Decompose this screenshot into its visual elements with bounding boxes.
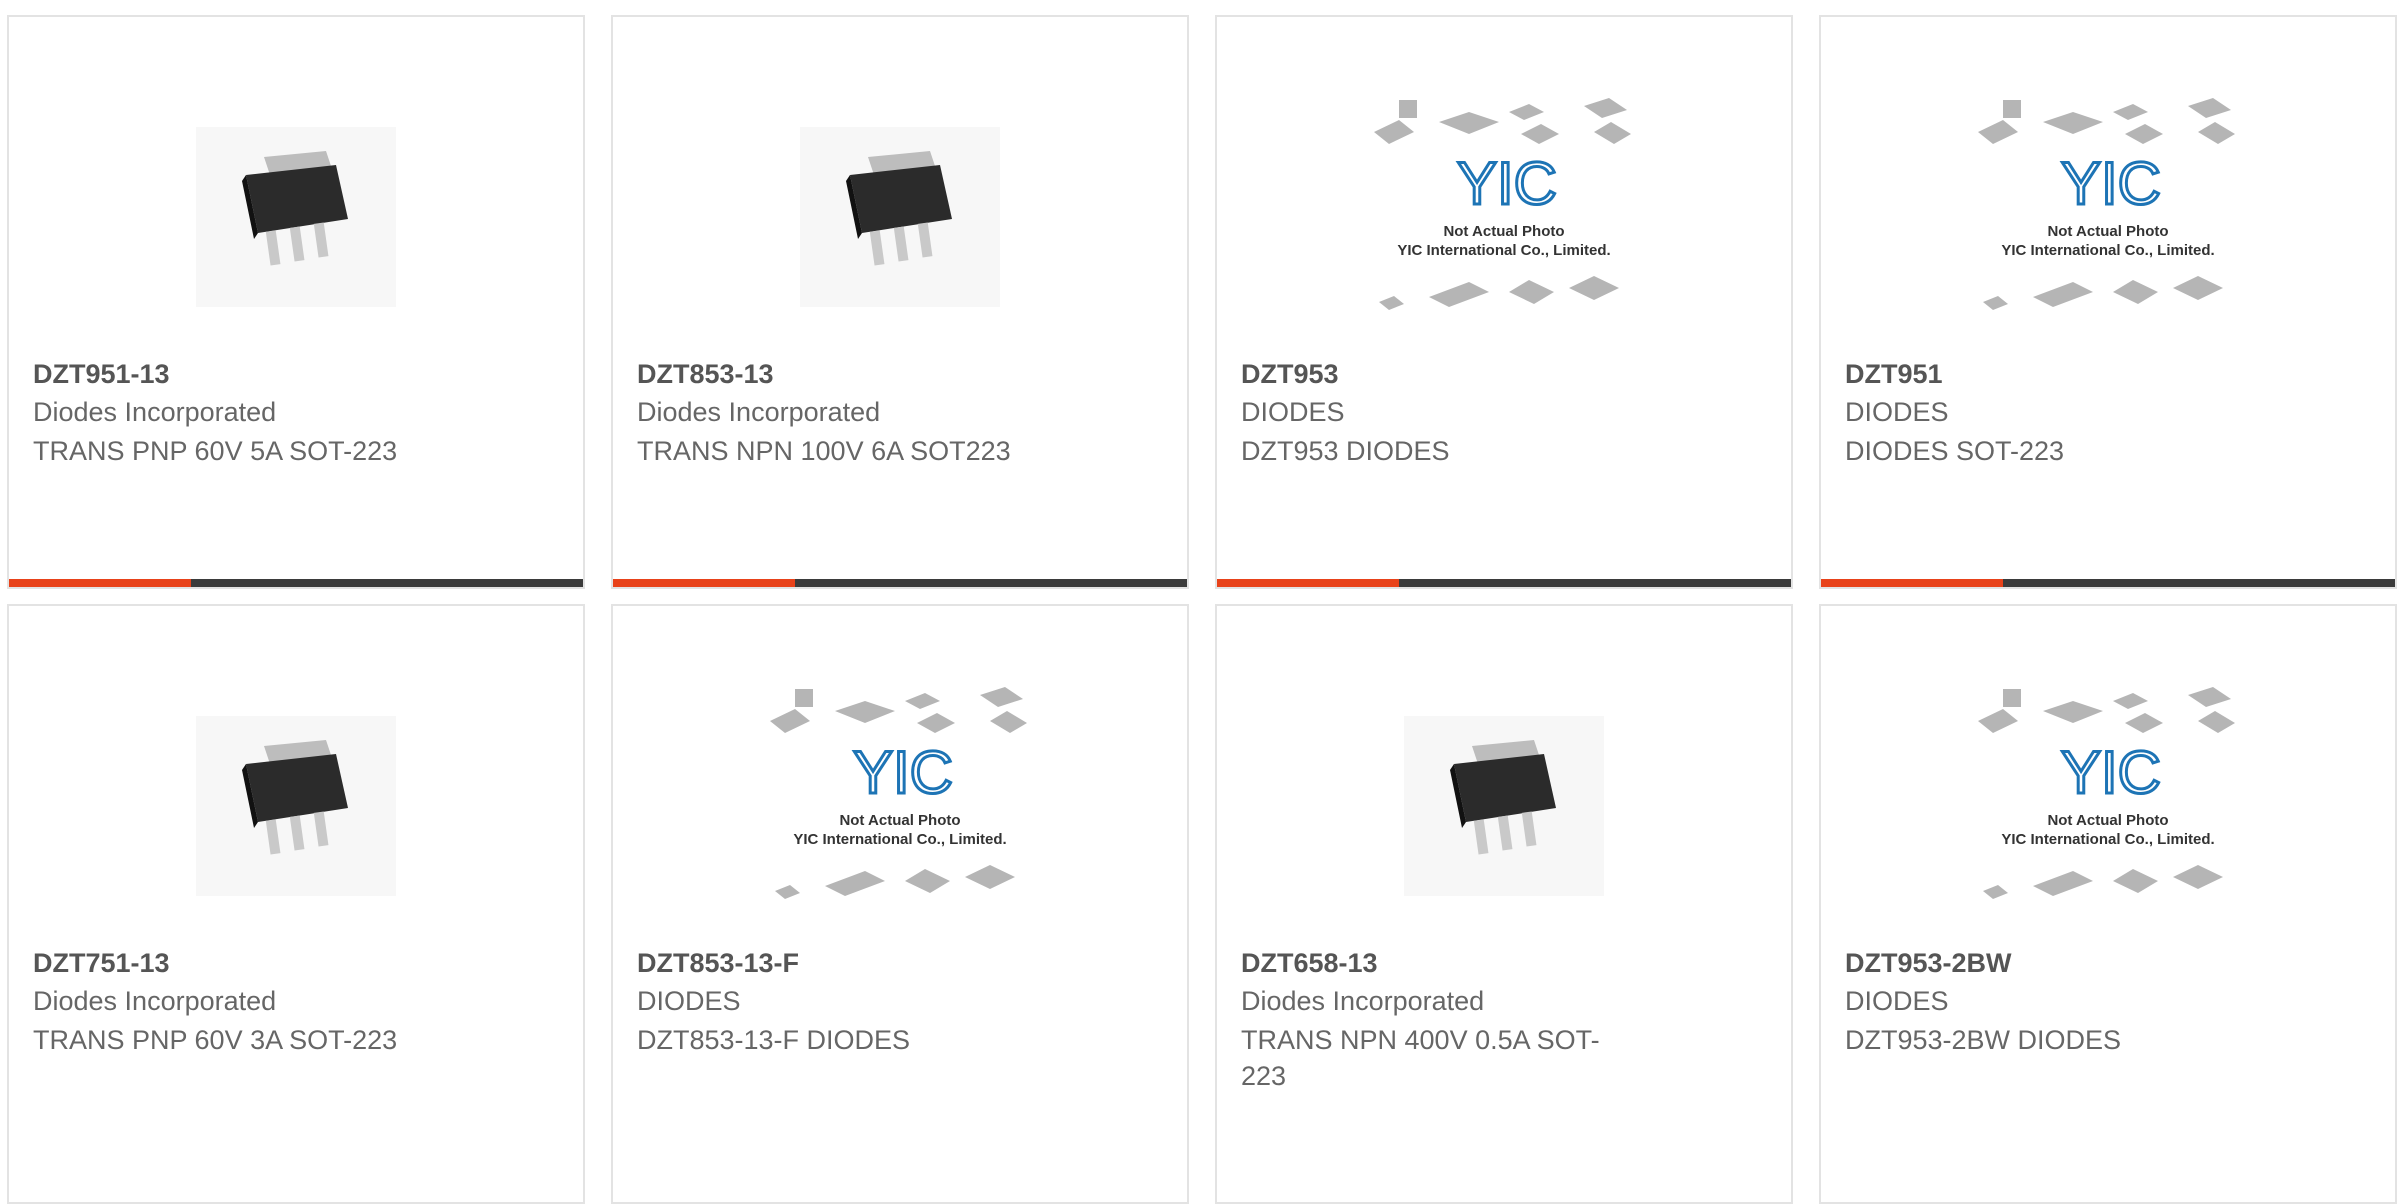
product-card[interactable]: DZT658-13 Diodes Incorporated TRANS NPN … xyxy=(1215,604,1793,1204)
product-description: TRANS PNP 60V 3A SOT-223 xyxy=(33,1025,398,1055)
card-accent-bar xyxy=(613,579,795,587)
manufacturer-name: Diodes Incorporated xyxy=(637,397,881,427)
manufacturer-name: Diodes Incorporated xyxy=(33,986,277,1016)
manufacturer-name: Diodes Incorporated xyxy=(1241,986,1485,1016)
part-number[interactable]: DZT658-13 xyxy=(1241,948,1378,979)
part-number[interactable]: DZT951 xyxy=(1845,359,1943,390)
card-footer-bar xyxy=(9,579,583,587)
product-card[interactable]: DZT951-13 Diodes Incorporated TRANS PNP … xyxy=(7,15,585,589)
part-number[interactable]: DZT751-13 xyxy=(33,948,170,979)
svg-text:YIC: YIC xyxy=(2061,739,2161,806)
product-card[interactable]: YIC Not Actual Photo YIC International C… xyxy=(611,604,1189,1204)
product-description: TRANS NPN 400V 0.5A SOT-223 xyxy=(1241,1025,1600,1091)
product-description: TRANS NPN 100V 6A SOT223 xyxy=(637,436,1011,466)
product-image[interactable] xyxy=(1217,666,1791,946)
product-image[interactable]: YIC Not Actual Photo YIC International C… xyxy=(1821,666,2395,946)
yic-placeholder-icon: YIC Not Actual Photo YIC International C… xyxy=(1374,98,1631,310)
product-description: DZT853-13-F DIODES xyxy=(637,1025,911,1055)
product-image[interactable] xyxy=(613,77,1187,357)
placeholder-caption-line2: YIC International Co., Limited. xyxy=(793,831,1006,848)
placeholder-caption-line2: YIC International Co., Limited. xyxy=(1397,242,1610,259)
product-image[interactable]: YIC Not Actual Photo YIC International C… xyxy=(613,666,1187,946)
sot223-chip-icon xyxy=(1404,716,1604,896)
svg-text:YIC: YIC xyxy=(1457,150,1557,217)
manufacturer-name: DIODES xyxy=(637,986,741,1016)
sot223-chip-icon xyxy=(196,716,396,896)
part-number[interactable]: DZT853-13-F xyxy=(637,948,799,979)
product-description: DZT953-2BW DIODES xyxy=(1845,1025,2122,1055)
sot223-chip-icon xyxy=(800,127,1000,307)
product-description: DIODES SOT-223 xyxy=(1845,436,2065,466)
yic-placeholder-icon: YIC Not Actual Photo YIC International C… xyxy=(770,687,1027,899)
manufacturer-name: DIODES xyxy=(1845,986,1949,1016)
svg-text:YIC: YIC xyxy=(2061,150,2161,217)
product-card[interactable]: DZT853-13 Diodes Incorporated TRANS NPN … xyxy=(611,15,1189,589)
placeholder-caption-line1: Not Actual Photo xyxy=(839,812,960,829)
manufacturer-name: DIODES xyxy=(1241,397,1345,427)
placeholder-caption-line1: Not Actual Photo xyxy=(2047,812,2168,829)
part-number[interactable]: DZT953 xyxy=(1241,359,1339,390)
product-description: TRANS PNP 60V 5A SOT-223 xyxy=(33,436,398,466)
manufacturer-name: DIODES xyxy=(1845,397,1949,427)
svg-text:YIC: YIC xyxy=(853,739,953,806)
placeholder-caption-line1: Not Actual Photo xyxy=(1443,223,1564,240)
product-card[interactable]: DZT751-13 Diodes Incorporated TRANS PNP … xyxy=(7,604,585,1204)
product-image[interactable] xyxy=(9,77,583,357)
product-image[interactable]: YIC Not Actual Photo YIC International C… xyxy=(1821,77,2395,357)
card-accent-bar xyxy=(1217,579,1399,587)
yic-placeholder-icon: YIC Not Actual Photo YIC International C… xyxy=(1978,687,2235,899)
card-accent-bar xyxy=(1821,579,2003,587)
part-number[interactable]: DZT951-13 xyxy=(33,359,170,390)
product-card[interactable]: YIC Not Actual Photo YIC International C… xyxy=(1215,15,1793,589)
yic-placeholder-icon: YIC Not Actual Photo YIC International C… xyxy=(1978,98,2235,310)
product-description: DZT953 DIODES xyxy=(1241,436,1450,466)
part-number[interactable]: DZT953-2BW xyxy=(1845,948,2012,979)
card-footer-bar xyxy=(1217,579,1791,587)
product-image[interactable]: YIC Not Actual Photo YIC International C… xyxy=(1217,77,1791,357)
placeholder-caption-line2: YIC International Co., Limited. xyxy=(2001,831,2214,848)
product-card[interactable]: YIC Not Actual Photo YIC International C… xyxy=(1819,15,2397,589)
card-footer-bar xyxy=(1821,579,2395,587)
sot223-chip-icon xyxy=(196,127,396,307)
placeholder-caption-line2: YIC International Co., Limited. xyxy=(2001,242,2214,259)
product-card[interactable]: YIC Not Actual Photo YIC International C… xyxy=(1819,604,2397,1204)
manufacturer-name: Diodes Incorporated xyxy=(33,397,277,427)
part-number[interactable]: DZT853-13 xyxy=(637,359,774,390)
product-image[interactable] xyxy=(9,666,583,946)
product-grid: DZT951-13 Diodes Incorporated TRANS PNP … xyxy=(0,0,2400,1204)
card-accent-bar xyxy=(9,579,191,587)
card-footer-bar xyxy=(613,579,1187,587)
placeholder-caption-line1: Not Actual Photo xyxy=(2047,223,2168,240)
